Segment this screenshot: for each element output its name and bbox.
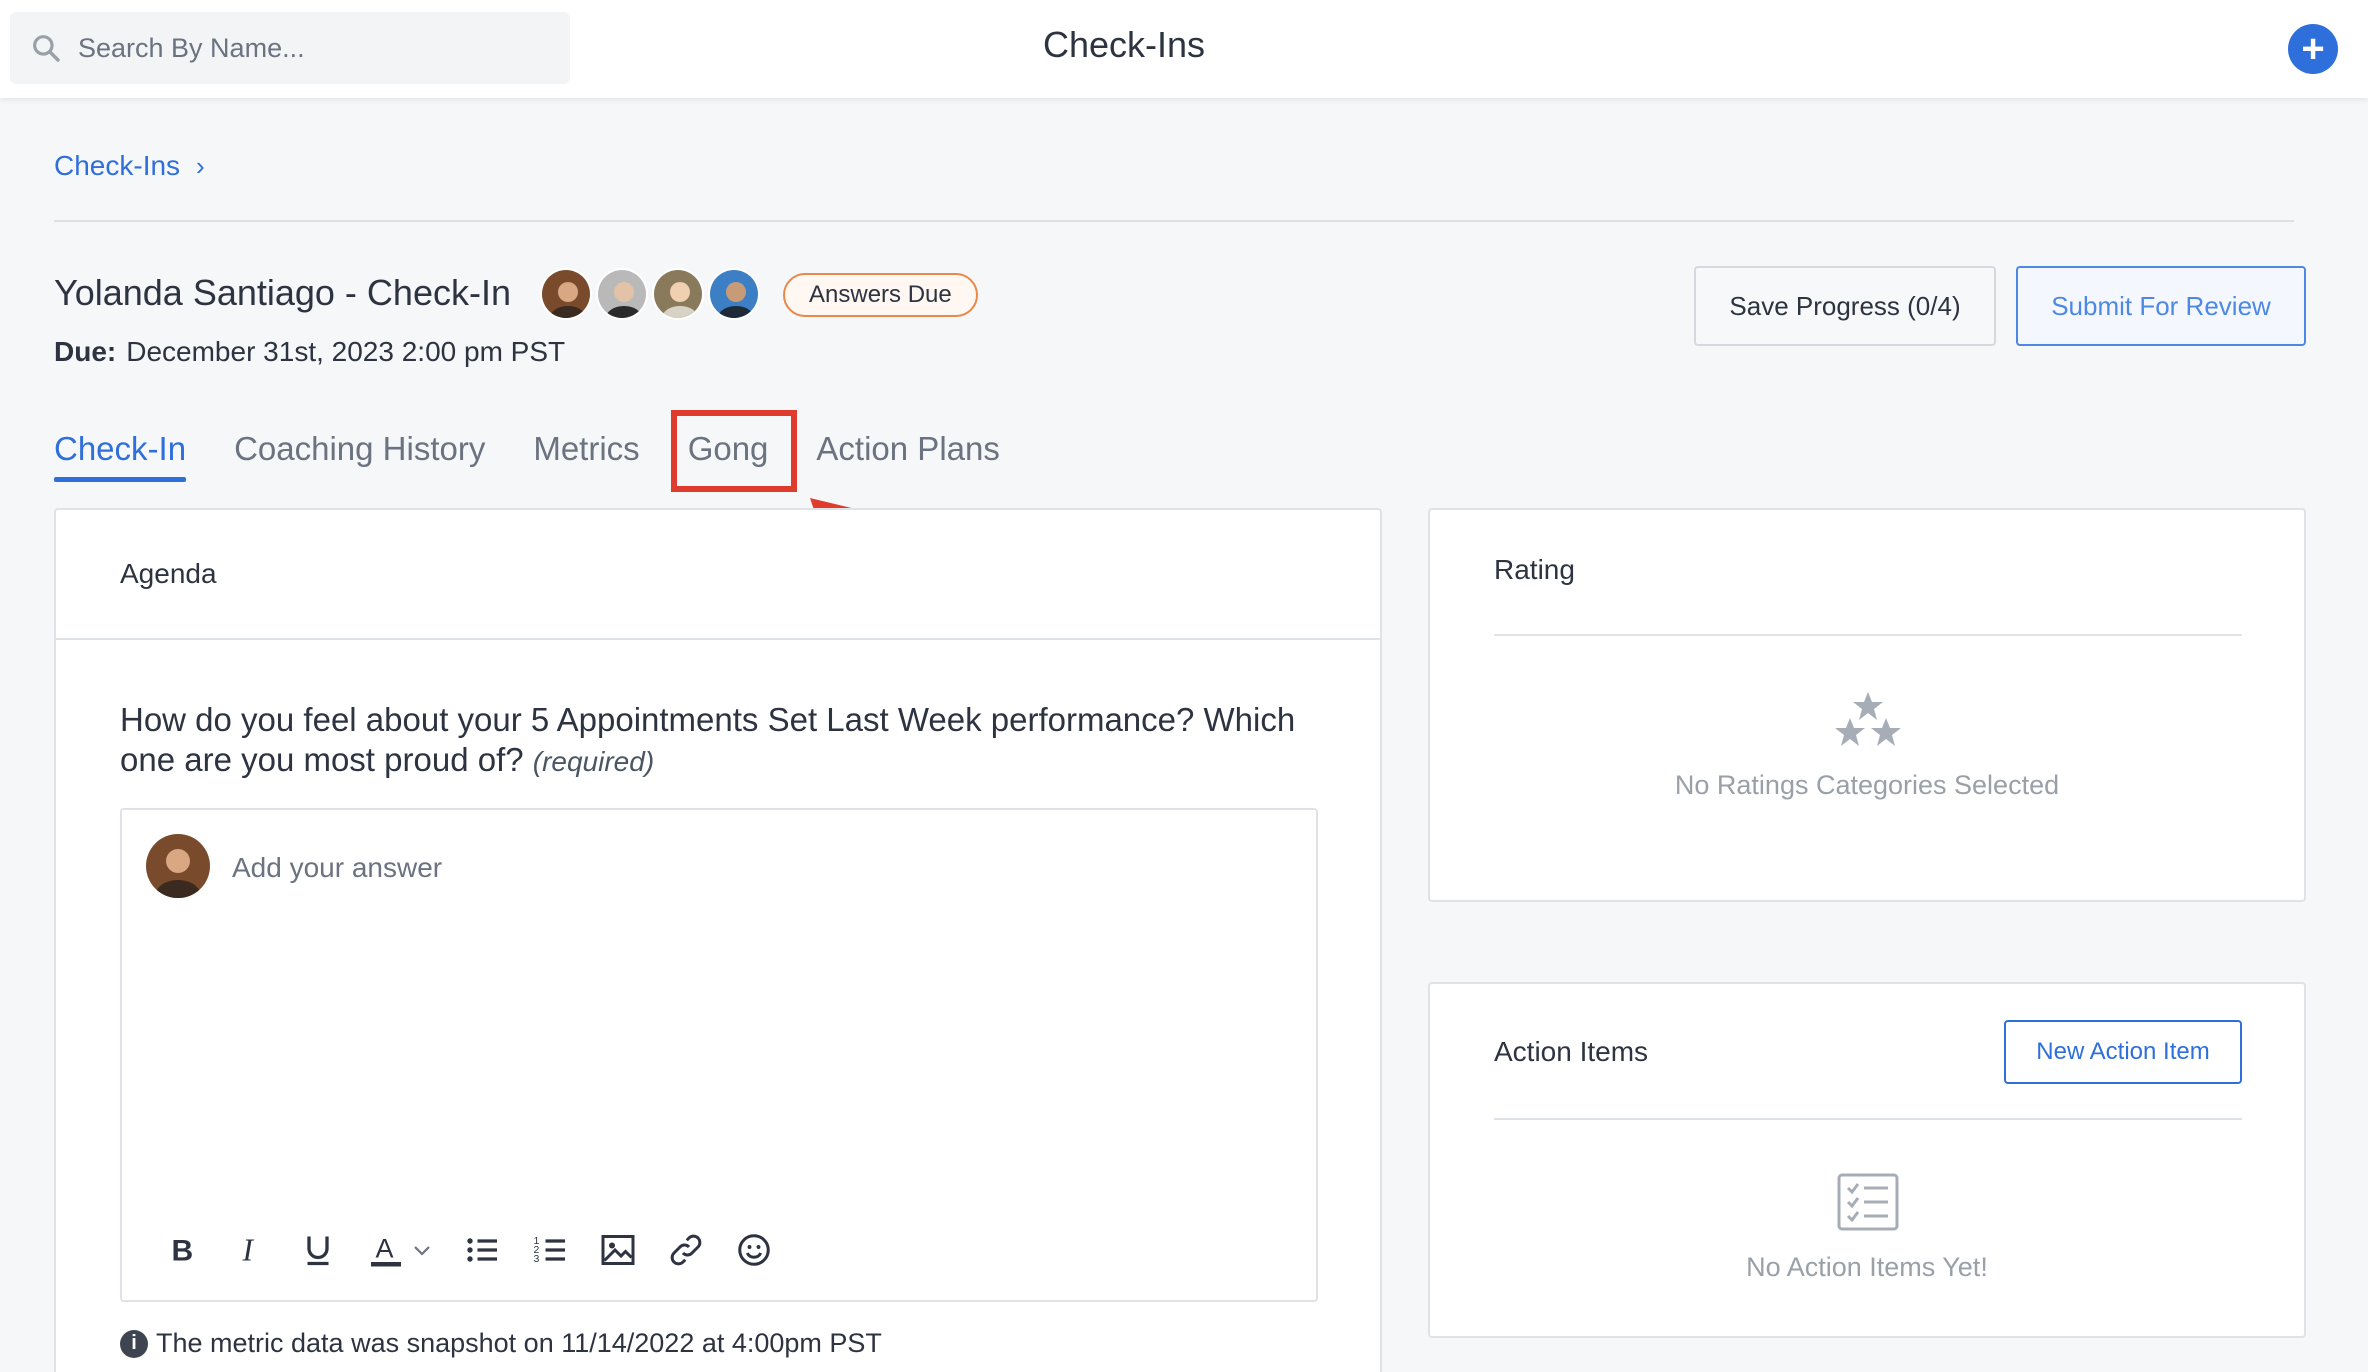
rating-card: Rating No Ratings Categories Selected xyxy=(1428,508,2306,902)
numbered-list-icon: 123 xyxy=(534,1235,565,1265)
divider xyxy=(1494,634,2242,636)
add-button[interactable]: + xyxy=(2288,24,2338,74)
status-badge: Answers Due xyxy=(783,273,978,317)
avatar[interactable] xyxy=(708,268,760,320)
agenda-heading: Agenda xyxy=(56,510,1380,640)
svg-text:A: A xyxy=(376,1234,394,1264)
due-date: Due: December 31st, 2023 2:00 pm PST xyxy=(54,336,565,368)
svg-text:B: B xyxy=(172,1235,194,1268)
link-icon xyxy=(670,1234,702,1266)
italic-button[interactable]: I xyxy=(230,1228,270,1272)
action-items-card: Action Items New Action Item No Action I… xyxy=(1428,982,2306,1338)
divider xyxy=(1494,1118,2242,1120)
required-label: (required) xyxy=(532,746,655,777)
text-color-icon: A xyxy=(371,1234,401,1267)
avatar[interactable] xyxy=(652,268,704,320)
breadcrumb-link-check-ins[interactable]: Check-Ins xyxy=(54,150,180,182)
answer-input[interactable]: Add your answer xyxy=(232,852,442,884)
chevron-down-icon xyxy=(414,1246,430,1256)
snapshot-note: i The metric data was snapshot on 11/14/… xyxy=(120,1328,882,1359)
rating-empty-text: No Ratings Categories Selected xyxy=(1674,770,2060,800)
action-items-empty-text: No Action Items Yet! xyxy=(1746,1252,1988,1282)
underline-icon xyxy=(307,1236,329,1266)
question-label: How do you feel about your 5 Appointment… xyxy=(120,701,1296,778)
avatar[interactable] xyxy=(540,268,592,320)
divider xyxy=(54,220,2294,222)
tab-bar: Check-In Coaching History Metrics Gong A… xyxy=(54,430,1048,482)
bold-icon: B xyxy=(172,1235,194,1268)
due-value: December 31st, 2023 2:00 pm PST xyxy=(126,336,566,367)
text-color-dropdown[interactable] xyxy=(410,1228,434,1272)
avatar xyxy=(146,834,210,898)
stars-icon xyxy=(1835,692,1901,746)
formatting-toolbar: B I A 123 xyxy=(162,1228,802,1272)
submit-for-review-button[interactable]: Submit For Review xyxy=(2016,266,2306,346)
tab-check-in[interactable]: Check-In xyxy=(54,430,187,482)
emoji-icon xyxy=(738,1234,770,1266)
underline-button[interactable] xyxy=(298,1228,338,1272)
highlight-box xyxy=(671,410,797,492)
answer-editor[interactable]: Add your answer B I A 123 xyxy=(120,808,1318,1302)
avatar[interactable] xyxy=(596,268,648,320)
new-action-item-button[interactable]: New Action Item xyxy=(2004,1020,2242,1084)
snapshot-text: The metric data was snapshot on 11/14/20… xyxy=(156,1328,882,1358)
participant-avatars xyxy=(540,268,764,320)
bullet-list-button[interactable] xyxy=(462,1228,502,1272)
italic-icon: I xyxy=(242,1233,255,1268)
agenda-card: Agenda How do you feel about your 5 Appo… xyxy=(54,508,1382,1372)
svg-text:3: 3 xyxy=(534,1253,540,1265)
due-label: Due: xyxy=(54,336,117,367)
info-icon: i xyxy=(120,1329,148,1358)
bold-button[interactable]: B xyxy=(162,1228,202,1272)
insert-image-button[interactable] xyxy=(598,1228,638,1272)
tab-metrics[interactable]: Metrics xyxy=(533,430,639,478)
chevron-right-icon: › xyxy=(196,150,205,181)
numbered-list-button[interactable]: 123 xyxy=(530,1228,570,1272)
action-items-heading: Action Items xyxy=(1494,1036,1649,1067)
tab-coaching-history[interactable]: Coaching History xyxy=(234,430,485,478)
bullet-list-icon xyxy=(467,1238,497,1262)
plus-icon: + xyxy=(2301,27,2325,71)
page-title: Check-Ins xyxy=(1042,24,1206,65)
text-color-button[interactable]: A xyxy=(366,1228,406,1272)
insert-link-button[interactable] xyxy=(666,1228,706,1272)
image-icon xyxy=(601,1235,635,1265)
question-text: How do you feel about your 5 Appointment… xyxy=(120,700,1340,782)
checkin-title: Yolanda Santiago - Check-In xyxy=(54,272,511,313)
breadcrumb: Check-Ins › xyxy=(54,150,205,182)
top-bar: Check-Ins + xyxy=(0,0,2368,98)
rating-heading: Rating xyxy=(1494,554,1575,585)
checklist-icon xyxy=(1837,1173,1899,1231)
svg-text:I: I xyxy=(242,1233,255,1268)
emoji-button[interactable] xyxy=(734,1228,774,1272)
save-progress-button[interactable]: Save Progress (0/4) xyxy=(1694,266,1996,346)
tab-action-plans[interactable]: Action Plans xyxy=(816,430,999,478)
